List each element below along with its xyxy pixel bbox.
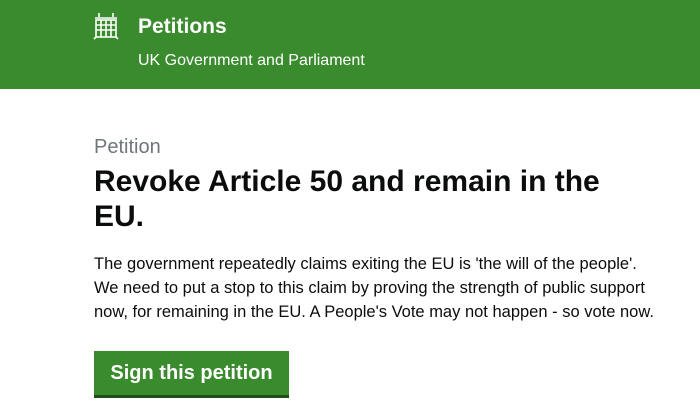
petition-description: The government repeatedly claims exiting… bbox=[94, 255, 654, 321]
petition-caption: Petition bbox=[94, 136, 161, 158]
site-title-link[interactable]: Petitions bbox=[138, 14, 227, 40]
sign-petition-button[interactable]: Sign this petition bbox=[94, 351, 289, 395]
portcullis-icon[interactable] bbox=[93, 12, 119, 40]
petition-title: Revoke Article 50 and remain in the EU. bbox=[94, 165, 600, 233]
site-header: Petitions UK Government and Parliament bbox=[0, 0, 700, 89]
site-subtitle: UK Government and Parliament bbox=[138, 52, 365, 69]
